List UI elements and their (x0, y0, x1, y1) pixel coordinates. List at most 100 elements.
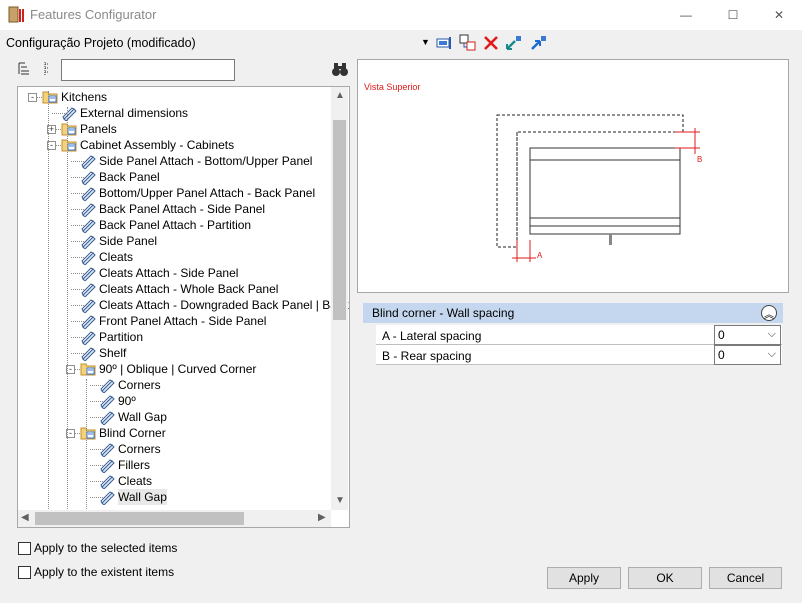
feature-icon (100, 459, 115, 473)
feature-icon (81, 219, 96, 233)
tree-item-label: Wall Gap (118, 410, 167, 424)
feature-icon (81, 283, 96, 297)
tree-item-label: Cleats Attach - Side Panel (99, 266, 239, 280)
feature-icon (81, 155, 96, 169)
chevron-down-icon[interactable]: ▼ (421, 37, 430, 47)
blind-corner-drawing (496, 114, 700, 262)
feature-icon (100, 491, 115, 505)
feature-icon (81, 187, 96, 201)
feature-tree[interactable]: - Kitchens External dimensions + Panels - Cabi… (17, 86, 350, 528)
sync-icon[interactable] (434, 33, 454, 53)
tree-item-label: Back Panel Attach - Partition (99, 218, 252, 232)
feature-icon (100, 475, 115, 489)
collapse-tree-icon[interactable] (40, 61, 54, 77)
export-icon[interactable] (528, 33, 548, 53)
tree-guide-line (86, 379, 87, 509)
apply-existent-checkbox[interactable] (18, 566, 31, 579)
preview-title: Vista Superior (364, 82, 421, 92)
tree-item-label: Cleats (118, 474, 153, 488)
tree-item-label: 90º (118, 394, 136, 408)
tree-item-label: Back Panel (99, 170, 160, 184)
feature-icon (62, 107, 77, 121)
scroll-left-icon[interactable]: ◀ (21, 512, 29, 523)
scroll-down-icon[interactable]: ▼ (335, 495, 345, 506)
maximize-button[interactable]: ☐ (710, 0, 756, 30)
tree-item-label: Blind Corner (99, 426, 166, 440)
rear-spacing-select[interactable]: 0 ⌵ (714, 345, 781, 365)
feature-icon (100, 379, 115, 393)
tree-item-label: Corners (118, 442, 161, 456)
tree-search-input[interactable] (61, 59, 235, 81)
close-button[interactable]: ✕ (756, 0, 802, 30)
tree-item-label: Kitchens (61, 90, 108, 104)
tree-item-label: Back Panel Attach - Side Panel (99, 202, 266, 216)
collapse-icon[interactable]: ︽ (761, 305, 777, 321)
apply-button[interactable]: Apply (547, 567, 621, 589)
property-label-rear: B - Rear spacing (382, 349, 472, 363)
tree-item-label: Front Panel Attach - Side Panel (99, 314, 267, 328)
property-group-title: Blind corner - Wall spacing (372, 306, 515, 320)
feature-icon (81, 251, 96, 265)
tree-item-label: Cabinet Assembly - Cabinets (80, 138, 235, 152)
tree-vertical-scroll-thumb[interactable] (333, 120, 346, 320)
tree-item-label: Side Panel (99, 234, 158, 248)
feature-icon (100, 443, 115, 457)
tree-item-label: Shelf (99, 346, 127, 360)
feature-icon (81, 171, 96, 185)
app-icon (8, 6, 24, 23)
apply-selected-label: Apply to the selected items (34, 541, 178, 555)
configuration-selector[interactable]: Configuração Projeto (modificado) (6, 36, 196, 50)
collapse-node-icon[interactable]: - (28, 93, 37, 102)
folder-icon (42, 91, 58, 104)
minimize-button[interactable]: — (663, 0, 709, 30)
tree-item-label: Fillers (118, 458, 150, 472)
tree-item-label: Corners (118, 378, 161, 392)
tree-item-label: 90º | Oblique | Curved Corner (99, 362, 257, 376)
expand-tree-icon[interactable] (17, 61, 33, 77)
delete-icon[interactable] (481, 33, 501, 53)
tree-item-label: Partition (99, 330, 144, 344)
scroll-up-icon[interactable]: ▲ (335, 90, 345, 101)
dimension-a-label: A (537, 251, 543, 260)
feature-icon (81, 267, 96, 281)
feature-icon (81, 315, 96, 329)
tree-item-label: Cleats Attach - Whole Back Panel (99, 282, 279, 296)
tree-item-label: Cleats Attach - Downgraded Back Panel | … (99, 298, 349, 312)
feature-icon (81, 331, 96, 345)
chevron-down-icon: ⌵ (767, 328, 776, 340)
feature-icon (81, 299, 96, 313)
feature-icon (100, 411, 115, 425)
import-icon[interactable] (504, 33, 524, 53)
ok-button[interactable]: OK (628, 567, 702, 589)
cancel-button[interactable]: Cancel (709, 567, 782, 589)
folder-icon (61, 123, 77, 136)
assign-icon[interactable] (458, 33, 478, 53)
dimension-b-label: B (697, 155, 703, 164)
tree-item-label: Panels (80, 122, 117, 136)
binoculars-icon[interactable] (331, 61, 349, 77)
tree-guide-line (67, 107, 68, 527)
chevron-down-icon: ⌵ (767, 348, 776, 360)
lateral-spacing-select[interactable]: 0 ⌵ (714, 325, 781, 345)
apply-selected-checkbox[interactable] (18, 542, 31, 555)
lateral-spacing-value: 0 (718, 328, 725, 342)
scroll-right-icon[interactable]: ▶ (318, 512, 326, 523)
tree-item-label: Cleats (99, 250, 134, 264)
feature-icon (81, 235, 96, 249)
window-title: Features Configurator (30, 7, 157, 22)
folder-icon (80, 363, 96, 376)
apply-existent-label: Apply to the existent items (34, 565, 175, 579)
tree-item-label: External dimensions (80, 106, 189, 120)
rear-spacing-value: 0 (718, 348, 725, 362)
folder-icon (61, 139, 77, 152)
tree-guide-line (48, 91, 49, 511)
tree-horizontal-scroll-thumb[interactable] (35, 512, 244, 525)
tree-item-label: Side Panel Attach - Bottom/Upper Panel (99, 154, 313, 168)
tree-folder-row[interactable]: - Kitchens (18, 89, 348, 105)
tree-item-label: Wall Gap (118, 489, 167, 505)
feature-icon (81, 203, 96, 217)
feature-icon (100, 395, 115, 409)
tree-item-label: Bottom/Upper Panel Attach - Back Panel (99, 186, 316, 200)
property-label-lateral: A - Lateral spacing (382, 329, 482, 343)
feature-icon (81, 347, 96, 361)
